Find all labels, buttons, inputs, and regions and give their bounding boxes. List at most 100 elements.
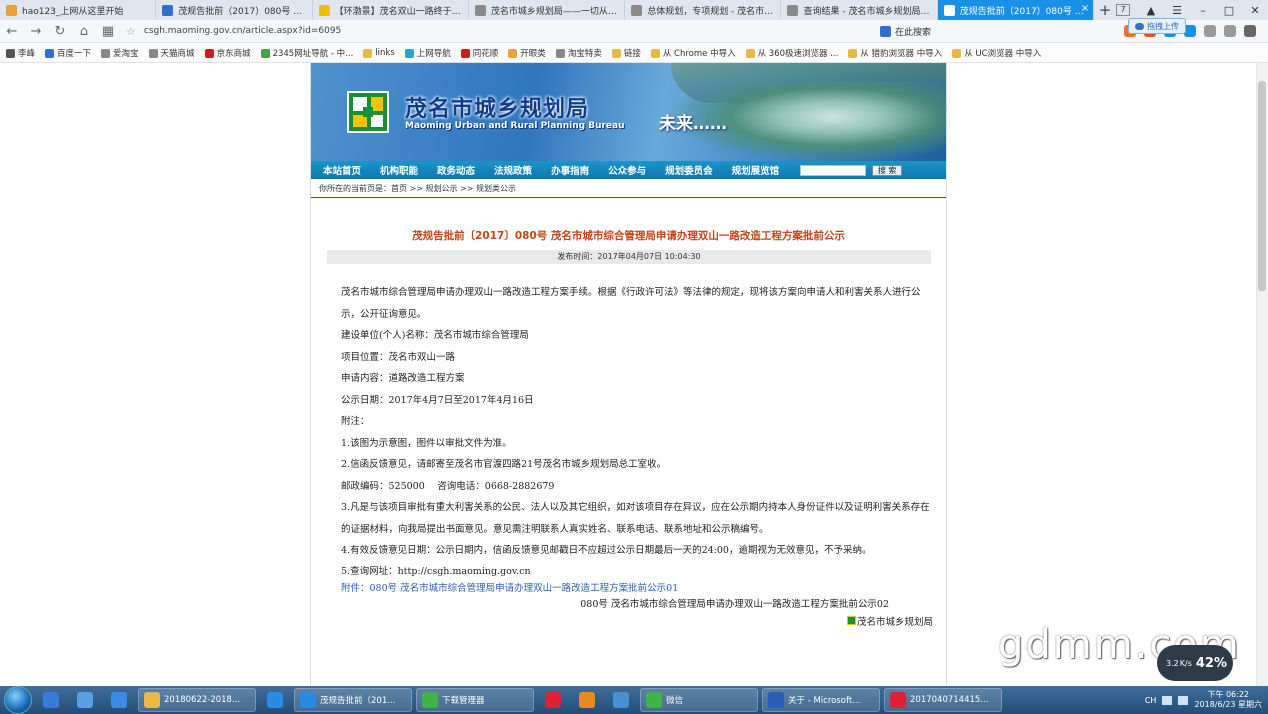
tab-count[interactable]: 7 xyxy=(1116,4,1130,16)
taskbar-button[interactable]: 关于 - Microsoft... xyxy=(762,688,880,712)
article-intro: 茂名市城市综合管理局申请办理双山一路改造工程方案手续。根据《行政许可法》等法律的… xyxy=(341,287,921,320)
taskbar-button[interactable]: 下载管理器 xyxy=(416,688,534,712)
bookmark-label: 天猫商城 xyxy=(160,49,195,59)
browser-tab[interactable]: 查询结果 - 茂名市城乡规划局—— xyxy=(781,0,938,20)
add-icon[interactable] xyxy=(1224,25,1236,37)
breadcrumb: 你所在的当前页是：首页 >> 规划公示 >> 规划类公示 xyxy=(311,179,946,198)
bookmark-item[interactable]: 从 360极速浏览器 ... xyxy=(745,47,838,59)
bookmark-item[interactable]: 开眼类 xyxy=(508,47,546,59)
speed-unit: K/s xyxy=(1179,658,1192,668)
taskbar-button[interactable]: 20180622-2018... xyxy=(138,688,256,712)
taskbar: 20180622-2018... 茂规告批前（201... 下载管理器 微信 关于 - … xyxy=(0,686,1268,714)
nav-public[interactable]: 公众参与 xyxy=(608,163,646,177)
bookmark-item[interactable]: 淘宝特卖 xyxy=(555,47,602,59)
scrollbar[interactable] xyxy=(1256,63,1268,686)
bookmark-label: 李峰 xyxy=(18,49,36,59)
upload-widget[interactable]: 拖拽上传 xyxy=(1128,18,1186,34)
start-button[interactable] xyxy=(4,686,32,714)
taskbar-button[interactable] xyxy=(572,688,602,712)
undo-icon[interactable] xyxy=(1204,25,1216,37)
search-engine-icon[interactable] xyxy=(880,25,891,37)
bookmark-item[interactable]: 2345网址导航 - 中... xyxy=(260,47,353,59)
bookmark-item[interactable]: 从 猎豹浏览器 中导入 xyxy=(848,47,942,59)
browser-tab[interactable]: 【环渤景】茂名双山一路终于要改造 xyxy=(313,0,469,20)
url-text[interactable]: csgh.maoming.gov.cn/article.aspx?id=6095 xyxy=(144,26,341,36)
bookmark-icon xyxy=(363,48,373,58)
taskbar-button[interactable] xyxy=(538,688,568,712)
volume-icon[interactable] xyxy=(1178,695,1189,705)
browser-tab[interactable]: 总体规划，专项规划 - 茂名市城乡规 xyxy=(625,0,782,20)
taskbar-button[interactable]: 微信 xyxy=(640,688,758,712)
speed-value: 3.2 xyxy=(1166,658,1179,668)
bookmark-item[interactable]: 百度一下 xyxy=(45,47,91,59)
menu-icon[interactable] xyxy=(1244,25,1256,37)
site-search-input[interactable] xyxy=(800,164,867,176)
nav-news[interactable]: 政务动态 xyxy=(437,163,475,177)
input-method[interactable]: CH xyxy=(1145,696,1157,705)
browser-tab-bar: hao123_上网从这里开始 茂规告批前（2017）080号 茂名市城 【环渤景】茂… xyxy=(0,0,1268,20)
search-box[interactable]: 在此搜索 xyxy=(880,25,1020,38)
taskbar-button[interactable] xyxy=(104,688,134,712)
article-body: 茂名市城市综合管理局申请办理双山一路改造工程方案手续。根据《行政许可法》等法律的… xyxy=(325,282,933,632)
url-bar[interactable]: ☆ csgh.maoming.gov.cn/article.aspx?id=60… xyxy=(126,22,846,40)
browser-tab[interactable]: hao123_上网从这里开始 xyxy=(0,0,157,20)
taskbar-button[interactable] xyxy=(36,688,66,712)
bookmark-item[interactable]: 从 UC浏览器 中导入 xyxy=(952,47,1041,59)
new-tab-button[interactable]: + xyxy=(1094,0,1116,20)
bookmark-item[interactable]: 爱淘宝 xyxy=(101,47,139,59)
nav-regulations[interactable]: 法规政策 xyxy=(494,163,532,177)
attachment-link-2[interactable]: 080号 茂名市城市综合管理局申请办理双山一路改造工程方案批前公示02 xyxy=(580,599,889,610)
forward-icon[interactable]: → xyxy=(24,24,48,39)
bookmark-item[interactable]: 同花顺 xyxy=(460,47,498,59)
skin-icon[interactable]: ▲ xyxy=(1138,4,1164,17)
taskbar-app-icon xyxy=(43,692,59,708)
taskbar-app-icon xyxy=(77,692,93,708)
close-icon[interactable]: ✕ xyxy=(1242,4,1268,17)
taskbar-button[interactable]: 茂规告批前（201... xyxy=(294,688,412,712)
tab-close-icon[interactable]: × xyxy=(1081,3,1089,14)
network-icon[interactable] xyxy=(1162,695,1173,705)
scrollbar-thumb[interactable] xyxy=(1258,81,1266,291)
browser-tab[interactable]: 茂规告批前（2017）080号 茂名市× xyxy=(937,0,1095,20)
star-icon[interactable]: ☆ xyxy=(126,25,136,38)
nav-home[interactable]: 本站首页 xyxy=(323,163,361,177)
bookmark-item[interactable]: 从 Chrome 中导入 xyxy=(650,47,736,59)
tab-favicon-icon xyxy=(318,4,330,16)
taskbar-button[interactable]: 2017040714415... xyxy=(884,688,1002,712)
bookmark-icon xyxy=(6,48,15,58)
browser-tab[interactable]: 茂名市城乡规划局——一切从现在开 xyxy=(469,0,626,20)
refresh-icon[interactable]: ↻ xyxy=(48,24,72,39)
home-icon[interactable]: ⌂ xyxy=(72,24,96,39)
clock[interactable]: 下午 06:22 2018/6/23 星期六 xyxy=(1194,690,1262,710)
bookmark-item[interactable]: 链接 xyxy=(611,47,641,59)
back-icon[interactable]: ← xyxy=(0,24,24,39)
tab-title: hao123_上网从这里开始 xyxy=(22,6,124,17)
bookmark-item[interactable]: 天猫商城 xyxy=(148,47,195,59)
speed-percent: 42% xyxy=(1195,655,1227,671)
article-line: 邮政编码：525000 咨询电话：0668-2882679 xyxy=(341,480,555,492)
taskbar-app-icon xyxy=(300,692,316,708)
taskbar-button[interactable] xyxy=(606,688,636,712)
bookmark-item[interactable]: links xyxy=(363,48,395,58)
publish-time: 发布时间：2017年04月07日 10:04:30 xyxy=(327,250,931,264)
nav-functions[interactable]: 机构职能 xyxy=(380,163,418,177)
attachment-link-1[interactable]: 附件：080号 茂名市城市综合管理局申请办理双山一路改造工程方案批前公示01 xyxy=(341,583,678,594)
browser-tab[interactable]: 茂规告批前（2017）080号 茂名市城 xyxy=(156,0,313,20)
bookmark-item[interactable]: 李峰 xyxy=(6,47,35,59)
maximize-icon[interactable]: □ xyxy=(1216,4,1242,17)
bookmark-label: 链接 xyxy=(623,49,641,59)
nav-committee[interactable]: 规划委员会 xyxy=(665,163,713,177)
network-speed-widget[interactable]: 3.2 K/s 42% xyxy=(1157,645,1233,681)
taskbar-button[interactable] xyxy=(260,688,290,712)
menu-lines-icon[interactable]: ☰ xyxy=(1164,4,1190,17)
minimize-icon[interactable]: – xyxy=(1190,4,1216,17)
bureau-logo-icon[interactable] xyxy=(347,91,389,133)
nav-guide[interactable]: 办事指南 xyxy=(551,163,589,177)
bookmark-item[interactable]: 上网导航 xyxy=(404,47,451,59)
nav-exhibition[interactable]: 规划展览馆 xyxy=(732,163,780,177)
tab-title: 茂规告批前（2017）080号 茂名市 xyxy=(959,6,1087,17)
reader-icon[interactable]: ▦ xyxy=(96,24,120,39)
bookmark-item[interactable]: 京东商城 xyxy=(204,47,251,59)
taskbar-button[interactable] xyxy=(70,688,100,712)
site-search-button[interactable]: 搜 索 xyxy=(872,164,903,176)
